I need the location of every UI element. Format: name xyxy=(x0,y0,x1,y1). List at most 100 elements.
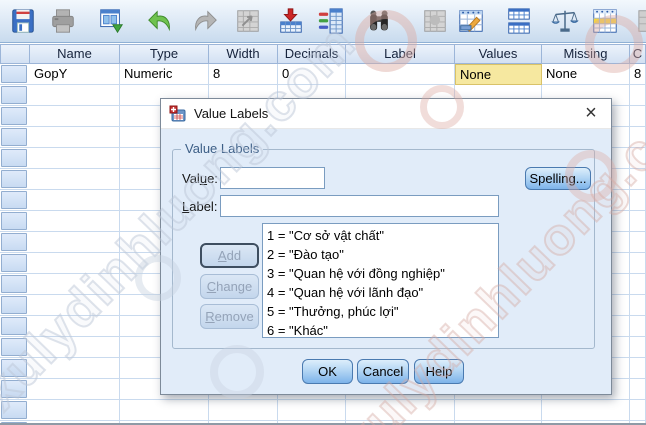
row-header-cell[interactable] xyxy=(1,359,27,377)
grid-cell[interactable] xyxy=(30,148,120,169)
grid-cell[interactable] xyxy=(630,400,646,421)
grid-cell[interactable] xyxy=(120,400,209,421)
grid-cell[interactable] xyxy=(630,316,646,337)
grid-cell[interactable] xyxy=(30,85,120,106)
grid-cell[interactable] xyxy=(630,295,646,316)
grid-cell[interactable] xyxy=(30,295,120,316)
save-icon[interactable] xyxy=(8,6,38,36)
insert-variable-icon[interactable] xyxy=(456,6,486,36)
column-header-type[interactable]: Type xyxy=(120,44,209,64)
row-header-cell[interactable] xyxy=(1,212,27,230)
row-header-cell[interactable] xyxy=(1,107,27,125)
grid-cell[interactable] xyxy=(30,190,120,211)
remove-button[interactable]: Remove xyxy=(200,304,259,329)
close-icon[interactable]: × xyxy=(579,100,603,126)
row-header-cell[interactable] xyxy=(1,86,27,104)
grid-cell[interactable] xyxy=(630,169,646,190)
grid-cell[interactable] xyxy=(30,127,120,148)
ok-button[interactable]: OK xyxy=(302,359,353,384)
row-header-cell[interactable] xyxy=(1,233,27,251)
grid-cell[interactable] xyxy=(630,190,646,211)
grid-cell[interactable] xyxy=(30,169,120,190)
grid-cell[interactable]: None xyxy=(455,64,542,85)
grid-cell[interactable] xyxy=(30,316,120,337)
spelling-button[interactable]: Spelling... xyxy=(525,167,591,190)
grid-cell[interactable] xyxy=(630,85,646,106)
value-label-entry[interactable]: 5 = "Thưởng, phúc lợi" xyxy=(267,302,498,321)
find-icon[interactable] xyxy=(364,6,394,36)
grid-cell[interactable] xyxy=(630,211,646,232)
redo-icon[interactable] xyxy=(190,6,220,36)
grid-cell[interactable]: None xyxy=(542,64,630,85)
undo-icon[interactable] xyxy=(145,6,175,36)
grid-cell[interactable]: 0 xyxy=(278,64,346,85)
row-header-cell[interactable] xyxy=(1,191,27,209)
grid-cell[interactable]: Numeric xyxy=(120,64,209,85)
label-input[interactable] xyxy=(220,195,499,217)
grid-cell[interactable] xyxy=(630,148,646,169)
grid-cell[interactable] xyxy=(30,253,120,274)
help-button[interactable]: Help xyxy=(414,359,464,384)
value-label-entry[interactable]: 1 = "Cơ sở vật chất" xyxy=(267,226,498,245)
grid-cell[interactable] xyxy=(209,400,278,421)
row-header-cell[interactable] xyxy=(1,338,27,356)
change-button[interactable]: Change xyxy=(200,274,259,299)
grid-cell[interactable] xyxy=(630,232,646,253)
grid-cell[interactable]: 8 xyxy=(209,64,278,85)
row-header-cell[interactable] xyxy=(1,275,27,293)
row-header-cell[interactable] xyxy=(1,296,27,314)
grid-cell[interactable] xyxy=(30,211,120,232)
row-header-cell[interactable] xyxy=(1,317,27,335)
insert-cases-icon[interactable] xyxy=(420,6,450,36)
dialog-titlebar[interactable]: Value Labels × xyxy=(161,99,611,129)
grid-cell[interactable] xyxy=(630,127,646,148)
column-header-name[interactable]: Name xyxy=(30,44,120,64)
value-label-entry[interactable]: 3 = "Quan hệ với đồng nghiệp" xyxy=(267,264,498,283)
column-header-columns[interactable]: C xyxy=(630,44,646,64)
row-header-cell[interactable] xyxy=(1,380,27,398)
go-to-case-icon[interactable] xyxy=(233,6,263,36)
print-icon[interactable] xyxy=(48,6,78,36)
value-label-entry[interactable]: 4 = "Quan hệ với lãnh đạo" xyxy=(267,283,498,302)
grid-cell[interactable] xyxy=(278,400,346,421)
grid-cell[interactable]: 8 xyxy=(630,64,646,85)
row-header-cell[interactable] xyxy=(1,128,27,146)
grid-cell[interactable] xyxy=(630,253,646,274)
recall-dialogs-icon[interactable] xyxy=(96,6,126,36)
grid-cell[interactable] xyxy=(630,274,646,295)
value-label-entry[interactable]: 6 = "Khác" xyxy=(267,321,498,338)
grid-cell[interactable] xyxy=(346,400,455,421)
value-labels-icon[interactable] xyxy=(636,6,646,36)
row-header-cell[interactable] xyxy=(1,149,27,167)
grid-cell[interactable]: GopY xyxy=(30,64,120,85)
grid-cell[interactable] xyxy=(30,106,120,127)
grid-cell[interactable] xyxy=(30,379,120,400)
cancel-button[interactable]: Cancel xyxy=(357,359,409,384)
column-header-width[interactable]: Width xyxy=(209,44,278,64)
value-label-entry[interactable]: 2 = "Đào tạo" xyxy=(267,245,498,264)
row-header-cell[interactable] xyxy=(1,65,27,83)
column-header-label[interactable]: Label xyxy=(346,44,455,64)
grid-cell[interactable] xyxy=(455,400,542,421)
grid-cell[interactable] xyxy=(630,337,646,358)
grid-cell[interactable] xyxy=(346,64,455,85)
column-header-decimals[interactable]: Decimals xyxy=(278,44,346,64)
row-header-cell[interactable] xyxy=(1,254,27,272)
grid-cell[interactable] xyxy=(30,274,120,295)
column-header-values[interactable]: Values xyxy=(455,44,542,64)
add-button[interactable]: Add xyxy=(200,243,259,268)
grid-cell[interactable] xyxy=(30,358,120,379)
row-header-cell[interactable] xyxy=(1,170,27,188)
grid-cell[interactable] xyxy=(30,400,120,421)
go-to-variable-icon[interactable] xyxy=(276,6,306,36)
value-input[interactable] xyxy=(220,167,325,189)
split-file-icon[interactable] xyxy=(504,6,534,36)
row-header-cell[interactable] xyxy=(1,401,27,419)
value-labels-list[interactable]: 1 = "Cơ sở vật chất" 2 = "Đào tạo" 3 = "… xyxy=(262,223,499,338)
weight-cases-icon[interactable] xyxy=(550,6,580,36)
column-header-missing[interactable]: Missing xyxy=(542,44,630,64)
grid-cell[interactable] xyxy=(630,106,646,127)
grid-cell[interactable] xyxy=(30,232,120,253)
grid-cell[interactable] xyxy=(542,400,630,421)
select-cases-icon[interactable] xyxy=(590,6,620,36)
